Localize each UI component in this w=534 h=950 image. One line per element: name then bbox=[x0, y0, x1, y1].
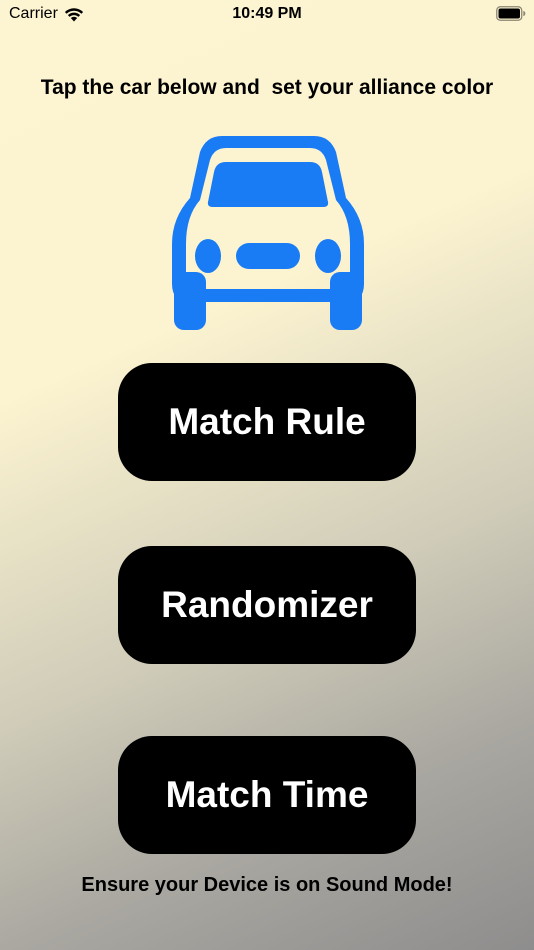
instruction-text: Tap the car below and set your alliance … bbox=[40, 76, 494, 99]
car-alliance-button[interactable] bbox=[170, 132, 366, 332]
randomizer-button[interactable]: Randomizer bbox=[118, 546, 416, 664]
status-bar: Carrier 10:49 PM bbox=[0, 0, 534, 28]
status-time: 10:49 PM bbox=[232, 5, 302, 22]
sound-mode-note: Ensure your Device is on Sound Mode! bbox=[81, 874, 453, 896]
car-icon bbox=[172, 136, 364, 330]
battery-full-icon bbox=[496, 6, 526, 21]
match-rule-button[interactable]: Match Rule bbox=[118, 363, 416, 481]
match-time-button[interactable]: Match Time bbox=[118, 736, 416, 854]
